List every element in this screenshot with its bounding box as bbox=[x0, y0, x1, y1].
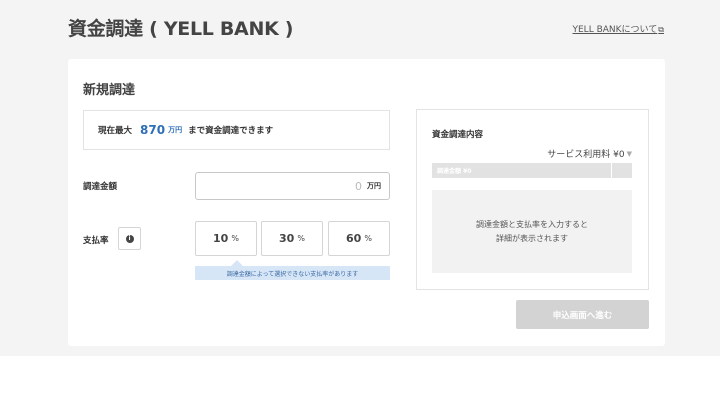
page-title: 資金調達 ( YELL BANK ) bbox=[68, 18, 294, 40]
amount-bar: 調達金額 ¥0 bbox=[432, 163, 632, 178]
info-icon: i bbox=[125, 234, 134, 243]
funding-summary-panel: 資金調達内容 サービス利用料 ¥0 ▼ 調達金額 ¥0 調達金額と支払率を入力する… bbox=[416, 109, 649, 290]
amount-label: 調達金額 bbox=[83, 182, 118, 192]
amount-input[interactable]: 0 万円 bbox=[195, 172, 390, 200]
amount-value: 0 bbox=[355, 179, 362, 193]
summary-message-line2: 詳細が表示されます bbox=[496, 233, 568, 243]
rate-info-button[interactable]: i bbox=[118, 227, 141, 250]
amount-unit: 万円 bbox=[367, 182, 381, 190]
rate-option-value: 60 bbox=[346, 232, 362, 245]
service-fee[interactable]: サービス利用料 ¥0 ▼ bbox=[547, 147, 632, 161]
limit-prefix: 現在最大 bbox=[98, 126, 133, 136]
summary-title: 資金調達内容 bbox=[432, 130, 484, 140]
proceed-to-application-button[interactable]: 申込画面へ進む bbox=[516, 300, 649, 329]
rate-option-10[interactable]: 10% bbox=[195, 221, 257, 256]
amount-bar-label: 調達金額 ¥0 bbox=[437, 168, 472, 175]
rate-hint-tooltip: 調達金額によって選択できない支払率があります bbox=[195, 266, 390, 280]
about-yell-bank-link[interactable]: YELL BANKについて⧉ bbox=[573, 22, 665, 35]
rate-label: 支払率 bbox=[83, 236, 109, 246]
amount-bar-divider bbox=[611, 163, 612, 178]
limit-unit: 万円 bbox=[168, 126, 183, 134]
summary-message-line1: 調達金額と支払率を入力すると bbox=[476, 219, 588, 229]
about-link-label: YELL BANKについて bbox=[572, 25, 658, 35]
funding-limit-notice: 現在最大 870 万円 まで資金調達できます bbox=[83, 110, 390, 150]
summary-placeholder: 調達金額と支払率を入力すると 詳細が表示されます bbox=[432, 190, 632, 273]
service-fee-text: サービス利用料 ¥0 bbox=[547, 150, 625, 160]
new-funding-card: 新規調達 現在最大 870 万円 まで資金調達できます 調達金額 0 万円 支払… bbox=[68, 59, 665, 346]
external-link-icon: ⧉ bbox=[658, 25, 664, 34]
section-title: 新規調達 bbox=[83, 83, 136, 98]
limit-suffix: まで資金調達できます bbox=[188, 126, 274, 136]
rate-option-value: 10 bbox=[213, 232, 229, 245]
chevron-down-icon: ▼ bbox=[626, 149, 632, 158]
limit-amount: 870 bbox=[140, 123, 166, 137]
rate-option-unit: % bbox=[231, 234, 239, 243]
rate-option-30[interactable]: 30% bbox=[261, 221, 323, 256]
rate-option-value: 30 bbox=[279, 232, 295, 245]
rate-option-unit: % bbox=[297, 234, 305, 243]
rate-option-60[interactable]: 60% bbox=[328, 221, 390, 256]
rate-option-unit: % bbox=[364, 234, 372, 243]
